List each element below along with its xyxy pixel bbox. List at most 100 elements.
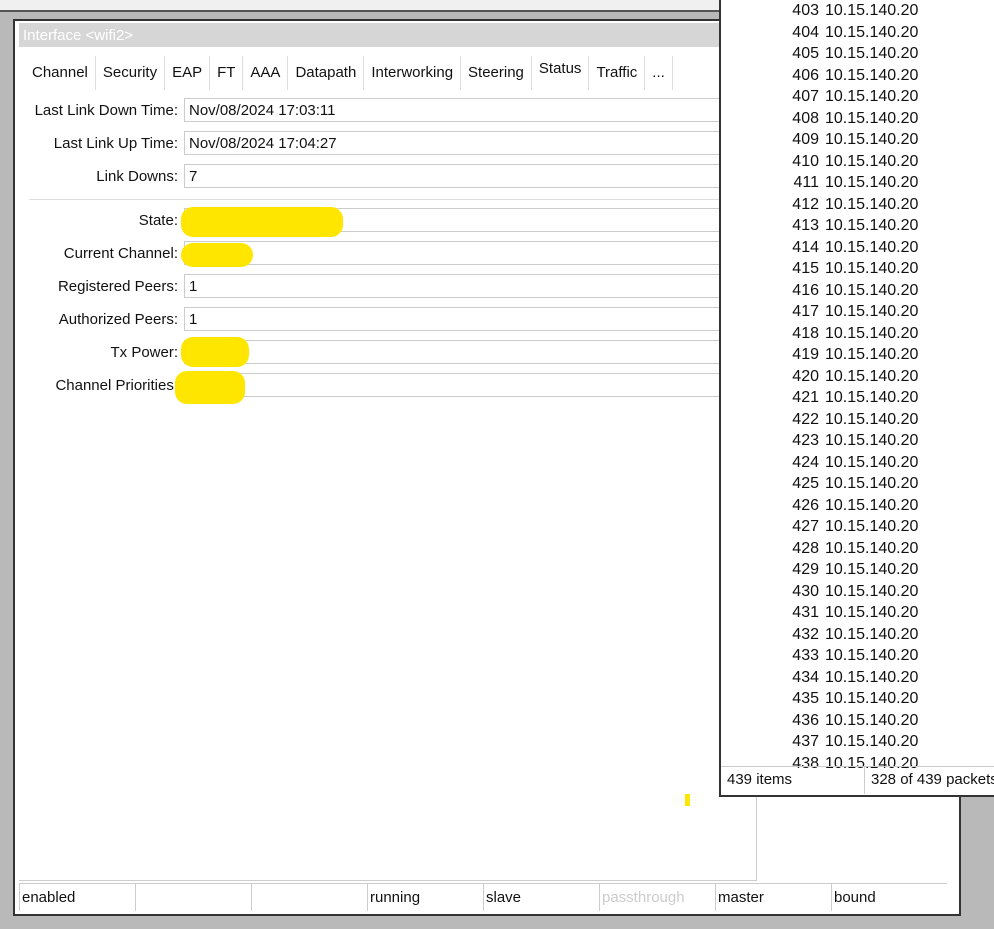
list-item[interactable]: 428 10.15.140.20: [721, 540, 991, 561]
field-value[interactable]: [184, 373, 744, 397]
list-item[interactable]: 405 10.15.140.20: [721, 45, 991, 66]
row-number: 423: [792, 432, 819, 449]
list-item[interactable]: 437 10.15.140.20: [721, 733, 991, 754]
list-item[interactable]: 433 10.15.140.20: [721, 647, 991, 668]
list-item[interactable]: 436 10.15.140.20: [721, 712, 991, 733]
list-item[interactable]: 410 10.15.140.20: [721, 153, 991, 174]
list-item[interactable]: 425 10.15.140.20: [721, 475, 991, 496]
field-value[interactable]: Nov/08/2024 17:04:27: [184, 131, 744, 155]
row-number: 407: [792, 88, 819, 105]
row-number: 409: [792, 131, 819, 148]
tab-traffic[interactable]: Traffic: [589, 56, 646, 90]
list-item[interactable]: 412 10.15.140.20: [721, 196, 991, 217]
row-ip: 10.15.140.20: [825, 432, 919, 449]
status-bar: enabled running slave passthrough master boun…: [19, 883, 947, 911]
list-item[interactable]: 403 10.15.140.20: [721, 2, 991, 23]
list-item[interactable]: 430 10.15.140.20: [721, 583, 991, 604]
row-ip: 10.15.140.20: [825, 346, 919, 363]
packets-count: 328 of 439 packets: [871, 771, 994, 788]
row-ip: 10.15.140.20: [825, 668, 919, 686]
tab-status[interactable]: Status: [531, 56, 590, 90]
tab-security[interactable]: Security: [96, 56, 166, 90]
highlight-tx-power: [181, 337, 249, 367]
list-item[interactable]: 422 10.15.140.20: [721, 411, 991, 432]
tab-datapath[interactable]: Datapath: [288, 56, 365, 90]
list-item[interactable]: 424 10.15.140.20: [721, 454, 991, 475]
row-number: 403: [792, 2, 819, 19]
tab-bar: Channel Security EAP FT AAA Datapath Interwork…: [25, 56, 673, 90]
row-ip: 10.15.140.20: [825, 238, 919, 256]
row-number: 429: [792, 561, 819, 578]
field-value[interactable]: [184, 241, 744, 265]
list-item[interactable]: 435 10.15.140.20: [721, 690, 991, 711]
row-number: 420: [792, 367, 819, 385]
row-ip: 10.15.140.20: [825, 711, 919, 729]
items-count: 439 items: [721, 767, 865, 794]
field-value[interactable]: 7: [184, 164, 744, 188]
row-ip: 10.15.140.20: [825, 367, 919, 385]
row-ip: 10.15.140.20: [825, 131, 919, 148]
row-number: 419: [792, 346, 819, 363]
field-value[interactable]: Nov/08/2024 17:03:11: [184, 98, 744, 122]
list-item[interactable]: 432 10.15.140.20: [721, 626, 991, 647]
row-ip: 10.15.140.20: [825, 174, 919, 191]
row-number: 408: [792, 109, 819, 127]
row-ip: 10.15.140.20: [825, 66, 919, 84]
field-label: Link Downs:: [96, 168, 178, 185]
list-item[interactable]: 413 10.15.140.20: [721, 217, 991, 238]
row-ip: 10.15.140.20: [825, 647, 919, 664]
list-status-bar: 439 items 328 of 439 packets: [721, 766, 994, 794]
tab-interworking[interactable]: Interworking: [364, 56, 462, 90]
row-ip: 10.15.140.20: [825, 733, 919, 750]
list-item[interactable]: 419 10.15.140.20: [721, 346, 991, 367]
list-item[interactable]: 423 10.15.140.20: [721, 432, 991, 453]
list-item[interactable]: 420 10.15.140.20: [721, 368, 991, 389]
list-item[interactable]: 429 10.15.140.20: [721, 561, 991, 582]
row-ip: 10.15.140.20: [825, 324, 919, 342]
tab-eap[interactable]: EAP: [165, 56, 211, 90]
tab-steering[interactable]: Steering: [461, 56, 532, 90]
row-number: 432: [792, 625, 819, 643]
row-ip: 10.15.140.20: [825, 260, 919, 277]
list-item[interactable]: 434 10.15.140.20: [721, 669, 991, 690]
highlight-state: [181, 207, 343, 237]
highlight-mark: [685, 794, 690, 806]
list-item[interactable]: 426 10.15.140.20: [721, 497, 991, 518]
list-item[interactable]: 414 10.15.140.20: [721, 239, 991, 260]
row-ip: 10.15.140.20: [825, 561, 919, 578]
status-cell: master: [715, 883, 831, 911]
tab-aaa[interactable]: AAA: [243, 56, 289, 90]
row-number: 406: [792, 66, 819, 84]
list-item[interactable]: 418 10.15.140.20: [721, 325, 991, 346]
tab-ft[interactable]: FT: [210, 56, 244, 90]
list-item[interactable]: 415 10.15.140.20: [721, 260, 991, 281]
row-number: 425: [792, 475, 819, 492]
tab-channel[interactable]: Channel: [25, 56, 96, 90]
list-item[interactable]: 416 10.15.140.20: [721, 282, 991, 303]
list-item[interactable]: 411 10.15.140.20: [721, 174, 991, 195]
field-value[interactable]: 1: [184, 274, 744, 298]
row-ip: 10.15.140.20: [825, 389, 919, 406]
row-ip: 10.15.140.20: [825, 281, 919, 299]
field-value[interactable]: 1: [184, 307, 744, 331]
row-ip: 10.15.140.20: [825, 195, 919, 213]
list-item[interactable]: 427 10.15.140.20: [721, 518, 991, 539]
row-number: 415: [792, 260, 819, 277]
list-item[interactable]: 407 10.15.140.20: [721, 88, 991, 109]
status-cell: [135, 883, 251, 911]
list-item[interactable]: 406 10.15.140.20: [721, 67, 991, 88]
row-ip: 10.15.140.20: [825, 582, 919, 600]
list-item[interactable]: 421 10.15.140.20: [721, 389, 991, 410]
row-number: 428: [792, 539, 819, 557]
row-number: 405: [792, 45, 819, 62]
list-item[interactable]: 409 10.15.140.20: [721, 131, 991, 152]
row-ip: 10.15.140.20: [825, 2, 919, 19]
tab-[interactable]: ...: [645, 56, 673, 90]
list-item[interactable]: 417 10.15.140.20: [721, 303, 991, 324]
list-item[interactable]: 431 10.15.140.20: [721, 604, 991, 625]
list-item[interactable]: 408 10.15.140.20: [721, 110, 991, 131]
list-item[interactable]: 404 10.15.140.20: [721, 24, 991, 45]
field-value[interactable]: [184, 340, 744, 364]
row-number: 436: [792, 711, 819, 729]
row-number: 411: [793, 174, 819, 191]
